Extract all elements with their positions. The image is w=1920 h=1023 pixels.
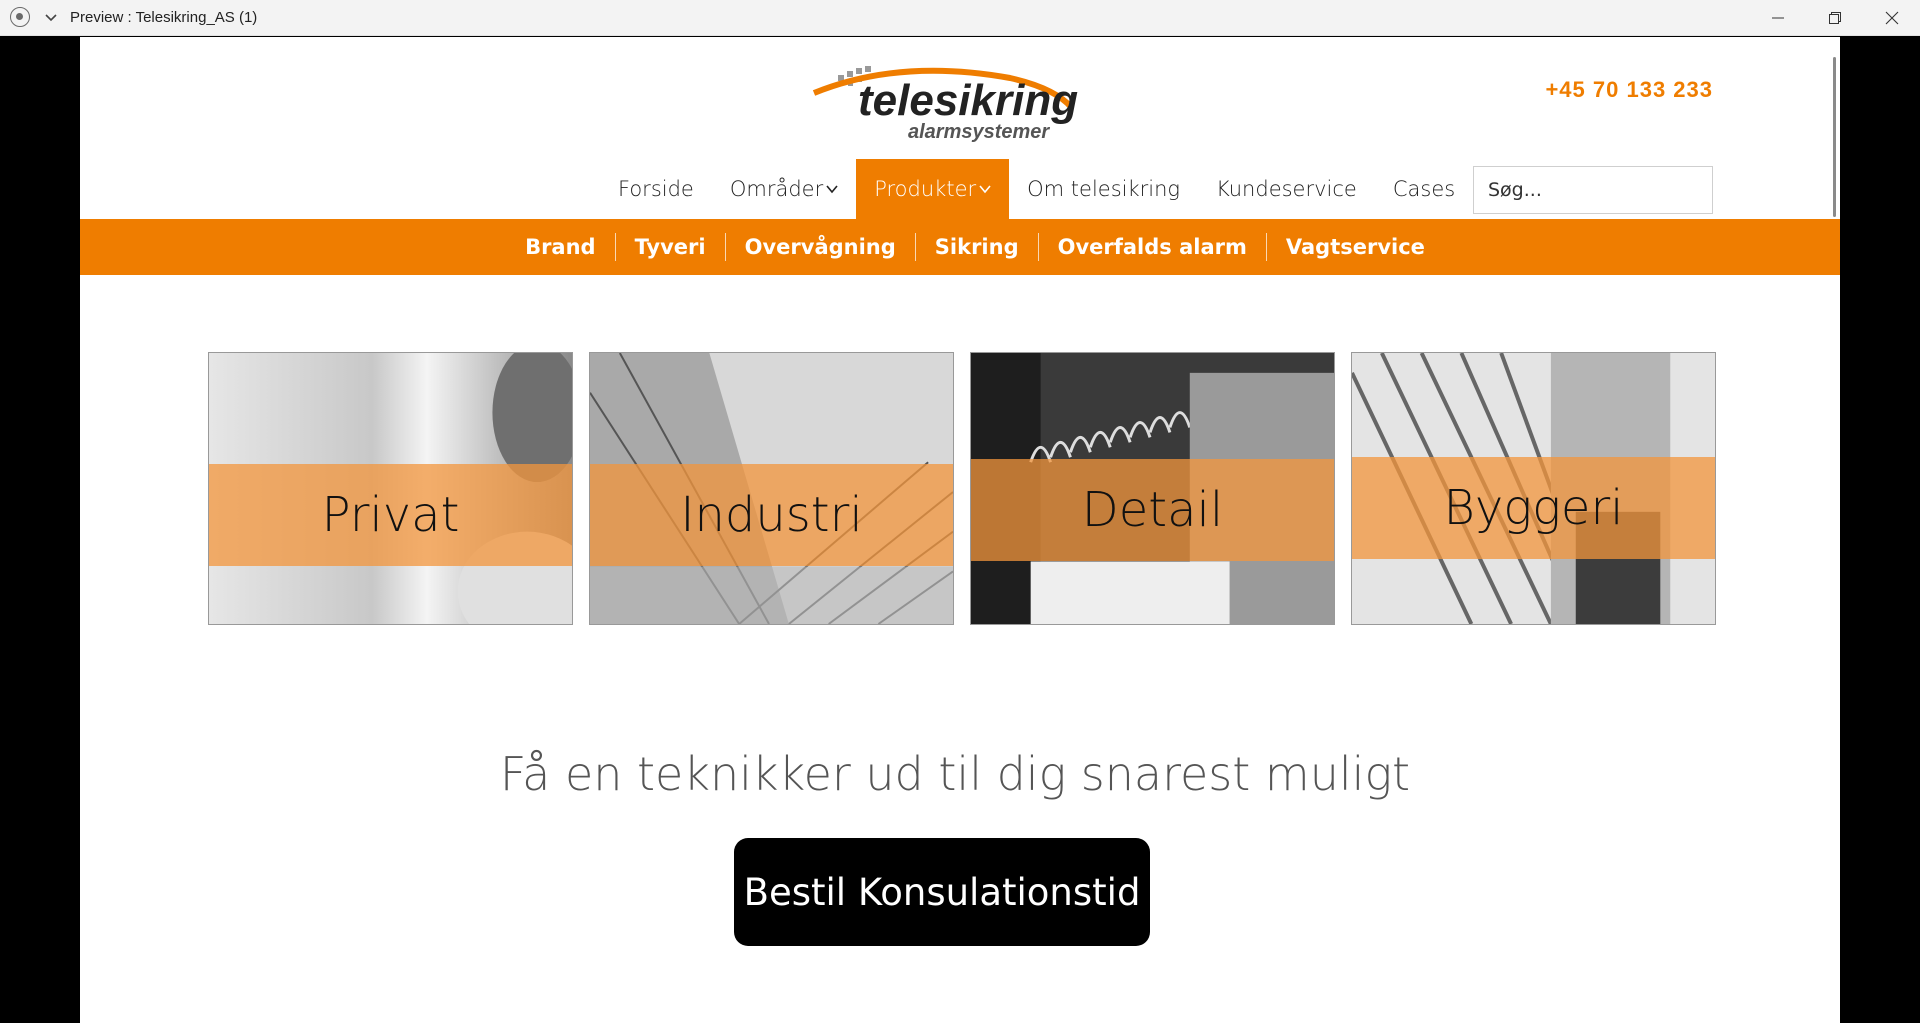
subnav-item-overfalds-alarm[interactable]: Overfalds alarm: [1039, 233, 1267, 261]
category-tiles: Privat Industri Detail Byggeri: [208, 352, 1716, 625]
phone-number[interactable]: +45 70 133 233: [1545, 77, 1713, 103]
close-button[interactable]: [1863, 0, 1920, 36]
restore-icon: [1828, 12, 1841, 24]
nav-item-omraader[interactable]: Områder: [712, 159, 856, 219]
minimize-button[interactable]: [1749, 0, 1806, 36]
web-page: telesikring alarmsystemer +45 70 133 233…: [80, 37, 1840, 1023]
svg-text:alarmsystemer: alarmsystemer: [908, 121, 1050, 143]
cta-heading: Få en teknikker ud til dig snarest mulig…: [499, 747, 1411, 801]
chevron-down-icon: [826, 185, 838, 194]
tile-detail[interactable]: Detail: [970, 352, 1335, 625]
tile-label: Byggeri: [1443, 480, 1624, 536]
tile-byggeri[interactable]: Byggeri: [1351, 352, 1716, 625]
restore-button[interactable]: [1806, 0, 1863, 36]
telesikring-logo[interactable]: telesikring alarmsystemer: [810, 63, 1106, 145]
tile-label: Industri: [680, 487, 863, 543]
tile-label: Detail: [1081, 482, 1224, 538]
nav-item-om-telesikring[interactable]: Om telesikring: [1009, 159, 1198, 219]
subnav-item-vagtservice[interactable]: Vagtservice: [1267, 233, 1444, 261]
minimize-icon: [1771, 17, 1784, 19]
close-icon: [1885, 11, 1898, 25]
tile-industri[interactable]: Industri: [589, 352, 954, 625]
nav-item-kundeservice[interactable]: Kundeservice: [1198, 159, 1375, 219]
tile-label: Privat: [321, 487, 460, 543]
tile-band: Privat: [209, 464, 572, 566]
nav-item-produkter[interactable]: Produkter: [856, 159, 1010, 219]
tile-band: Industri: [590, 464, 953, 566]
nav-item-cases[interactable]: Cases: [1375, 159, 1473, 219]
book-consultation-button[interactable]: Bestil Konsulationstid: [734, 838, 1150, 946]
search-input[interactable]: [1473, 166, 1713, 214]
nav-item-forside[interactable]: Forside: [600, 159, 712, 219]
subnav-item-sikring[interactable]: Sikring: [916, 233, 1039, 261]
window-title: Preview : Telesikring_AS (1): [70, 8, 258, 26]
chevron-down-icon: [979, 185, 991, 194]
subnav-item-brand[interactable]: Brand: [506, 233, 616, 261]
window-title-bar: Preview : Telesikring_AS (1): [0, 0, 1920, 36]
record-icon[interactable]: [10, 7, 30, 27]
subnav-item-overvaagning[interactable]: Overvågning: [726, 233, 916, 261]
chevron-down-icon[interactable]: [44, 10, 58, 24]
svg-text:telesikring: telesikring: [858, 76, 1078, 125]
tile-band: Detail: [971, 459, 1334, 561]
tile-band: Byggeri: [1352, 457, 1715, 559]
sub-navigation: Brand Tyveri Overvågning Sikring Overfal…: [80, 219, 1840, 275]
tile-privat[interactable]: Privat: [208, 352, 573, 625]
subnav-item-tyveri[interactable]: Tyveri: [616, 233, 726, 261]
